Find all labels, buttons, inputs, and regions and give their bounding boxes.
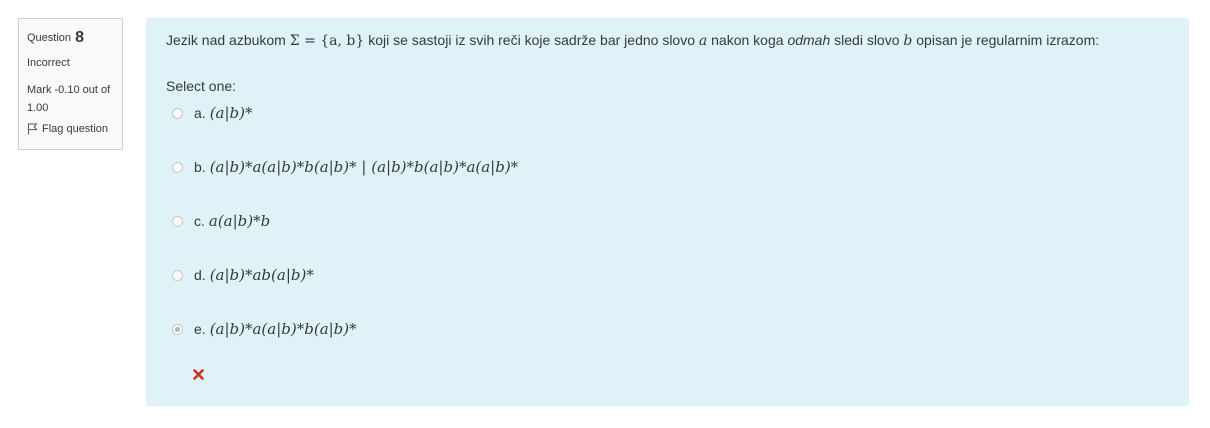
math-letter-a: a: [698, 33, 708, 49]
radio-button[interactable]: [172, 215, 183, 227]
alphabet-definition: Σ = {a, b}: [289, 33, 365, 49]
question-number-value: 8: [75, 29, 84, 46]
answer-option-b[interactable]: b. (a|b)*a(a|b)*b(a|b)* | (a|b)*b(a|b)*a…: [172, 158, 518, 176]
flag-icon: [27, 123, 38, 135]
question-text-part: Jezik nad azbukom: [166, 32, 286, 48]
flag-question-link[interactable]: Flag question: [27, 123, 114, 135]
question-text: Jezik nad azbukom Σ = {a, b} koji se sas…: [166, 32, 1099, 49]
option-expression: (a|b)*a(a|b)*b(a|b)*: [209, 320, 357, 338]
flag-question-label[interactable]: Flag question: [42, 123, 108, 135]
question-text-part: sledi slovo: [834, 32, 900, 48]
option-expression: a(a|b)*b: [208, 212, 271, 230]
answer-option-d[interactable]: d. (a|b)*ab(a|b)*: [172, 266, 314, 284]
question-text-part: nakon koga: [711, 32, 784, 48]
question-state: Incorrect: [27, 57, 70, 69]
option-letter: a.: [194, 105, 206, 121]
question-text-part: koji se sastoji iz svih reči koje sadrže…: [368, 32, 695, 48]
select-one-prompt: Select one:: [166, 78, 237, 94]
question-grade: Mark -0.10 out of 1.00: [27, 84, 111, 114]
radio-button[interactable]: [172, 161, 183, 173]
answer-option-a[interactable]: a. (a|b)*: [172, 104, 253, 122]
incorrect-cross-icon: [193, 367, 204, 385]
question-emphasis: odmah: [787, 32, 831, 48]
option-letter: b.: [194, 159, 206, 175]
question-info-panel: Question 8 Incorrect Mark -0.10 out of 1…: [18, 18, 123, 150]
question-text-part: opisan je regularnim izrazom:: [916, 32, 1100, 48]
option-letter: d.: [194, 267, 206, 283]
math-letter-b: b: [903, 33, 913, 49]
question-content: Jezik nad azbukom Σ = {a, b} koji se sas…: [146, 18, 1189, 406]
option-expression: (a|b)*a(a|b)*b(a|b)* | (a|b)*b(a|b)*a(a|…: [209, 158, 519, 176]
question-label: Question: [27, 32, 72, 44]
answer-option-c[interactable]: c. a(a|b)*b: [172, 212, 270, 230]
option-letter: e.: [194, 321, 206, 337]
radio-button-selected[interactable]: [172, 323, 183, 335]
question-number: Question 8: [27, 29, 114, 47]
option-letter: c.: [194, 213, 205, 229]
radio-button[interactable]: [172, 269, 183, 281]
answer-option-e[interactable]: e. (a|b)*a(a|b)*b(a|b)*: [172, 320, 357, 338]
radio-button[interactable]: [172, 107, 183, 119]
option-expression: (a|b)*: [209, 104, 253, 122]
option-expression: (a|b)*ab(a|b)*: [209, 266, 314, 284]
